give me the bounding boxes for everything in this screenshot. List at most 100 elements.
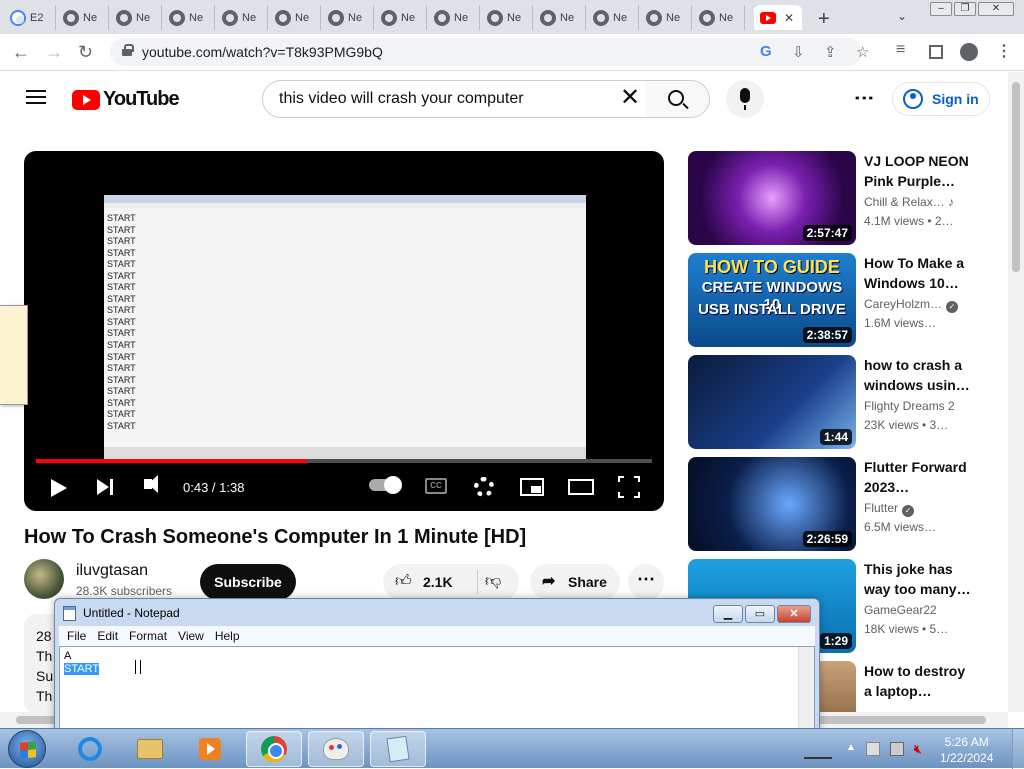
close-window-button[interactable]: ✕ (978, 2, 1014, 16)
notepad-menu-edit[interactable]: Edit (97, 626, 118, 646)
recommendation-item[interactable]: 2:26:59 Flutter Forward 2023… Flutter ✓ 6.5M… (688, 457, 998, 551)
sign-in-button[interactable]: Sign in (892, 82, 990, 116)
url-text[interactable]: youtube.com/watch?v=T8k93PMG9bQ (142, 44, 383, 60)
recommendation-title[interactable]: Flutter Forward 2023… (864, 457, 974, 497)
tab-search-chevron-icon[interactable]: ⌄ (897, 9, 907, 23)
play-icon[interactable] (51, 479, 67, 497)
browser-tab[interactable]: Ne (640, 5, 692, 30)
recommendation-title[interactable]: VJ LOOP NEON Pink Purple… (864, 151, 974, 191)
clear-search-icon[interactable]: ✕ (620, 86, 640, 110)
browser-tab[interactable]: Ne (110, 5, 162, 30)
tab-youtube-active[interactable]: ✕ (754, 5, 802, 30)
recommendation-thumbnail[interactable]: 1:44 (688, 355, 856, 449)
notepad-menu-help[interactable]: Help (215, 626, 240, 646)
notepad-minimize-button[interactable]: ▁ (713, 605, 743, 623)
volume-muted-icon[interactable]: 🔇︎ (914, 742, 928, 756)
notepad-menu-file[interactable]: File (67, 626, 86, 646)
recommendation-title[interactable]: How To Make a Windows 10… (864, 253, 974, 293)
recommendation-channel[interactable]: CareyHolzm… (864, 297, 942, 311)
notepad-menu-view[interactable]: View (178, 626, 204, 646)
address-bar[interactable]: youtube.com/watch?v=T8k93PMG9bQ G ⇩ ⇪ ☆ (110, 38, 869, 66)
browser-tab[interactable]: Ne (322, 5, 374, 30)
recommendation-item[interactable]: 2:57:47 VJ LOOP NEON Pink Purple… Chill & … (688, 151, 998, 245)
lock-icon[interactable] (122, 44, 134, 56)
browser-tab[interactable]: Ne (163, 5, 215, 30)
recommendation-title[interactable]: This joke has way too many… (864, 559, 974, 599)
browser-tab[interactable]: Ne (693, 5, 745, 30)
network-icon[interactable] (890, 742, 904, 756)
restore-window-button[interactable]: ❐ (954, 2, 976, 16)
theater-mode-icon[interactable] (568, 479, 594, 495)
thumbs-down-icon[interactable]: 👎︎ (485, 572, 501, 591)
channel-name[interactable]: iluvgtasan (76, 562, 148, 580)
video-player[interactable]: START START START START START START START START… (24, 151, 664, 511)
google-lens-icon[interactable]: G (760, 43, 772, 60)
taskbar-explorer[interactable] (122, 731, 178, 767)
recommendation-channel[interactable]: Flighty Dreams 2 (864, 399, 955, 413)
recommendation-thumbnail[interactable]: 2:26:59 (688, 457, 856, 551)
browser-tab[interactable]: Ne (269, 5, 321, 30)
taskbar-media-player[interactable] (182, 731, 238, 767)
next-video-icon[interactable] (97, 479, 113, 495)
youtube-logo[interactable]: YouTube (72, 88, 180, 111)
recommendation-title[interactable]: How to destroy a laptop… (864, 661, 974, 701)
share-button[interactable]: ➦ Share (530, 564, 620, 600)
browser-tab[interactable]: Ne (481, 5, 533, 30)
recommendation-item[interactable]: 1:44 how to crash a windows usin… Flighty … (688, 355, 998, 449)
subtitles-cc-button[interactable]: CC (425, 478, 447, 494)
media-queue-icon[interactable]: ≡ (896, 41, 905, 59)
side-panel-icon[interactable] (929, 45, 943, 59)
search-button[interactable] (646, 80, 710, 118)
forward-arrow-icon[interactable]: → (45, 42, 63, 63)
recommendation-title[interactable]: how to crash a windows usin… (864, 355, 974, 395)
minimize-window-button[interactable]: – (930, 2, 952, 16)
notepad-scrollbar[interactable] (798, 647, 814, 740)
browser-tab[interactable]: Ne (375, 5, 427, 30)
notepad-close-button[interactable]: ✕ (777, 605, 811, 623)
thumbs-up-icon[interactable]: 👍︎ (395, 572, 412, 591)
recommendation-thumbnail[interactable]: HOW TO GUIDE CREATE WINDOWS 10 USB INSTALL… (688, 253, 856, 347)
system-clock[interactable]: 5:26 AM 1/22/2024 (940, 734, 993, 766)
install-app-icon[interactable]: ⇩ (792, 43, 805, 61)
recommendation-channel[interactable]: GameGear22 (864, 603, 937, 617)
settings-more-icon[interactable]: ⋮ (853, 88, 875, 108)
recommendation-item[interactable]: HOW TO GUIDE CREATE WINDOWS 10 USB INSTALL… (688, 253, 998, 347)
show-desktop-button[interactable] (1012, 729, 1024, 769)
taskbar-chrome[interactable] (246, 731, 302, 767)
browser-tab[interactable]: E2 (4, 5, 56, 30)
browser-tab[interactable]: Ne (428, 5, 480, 30)
volume-icon[interactable] (144, 475, 158, 493)
recommendation-thumbnail[interactable]: 2:57:47 (688, 151, 856, 245)
hamburger-menu-icon[interactable] (26, 90, 46, 104)
action-center-flag-icon[interactable] (866, 742, 880, 756)
notepad-menu-format[interactable]: Format (129, 626, 167, 646)
browser-tab[interactable]: Ne (216, 5, 268, 30)
like-count[interactable]: 2.1K (423, 574, 453, 590)
browser-tab[interactable]: Ne (57, 5, 109, 30)
back-arrow-icon[interactable]: ← (12, 42, 30, 63)
profile-avatar-icon[interactable] (960, 43, 978, 61)
bookmark-star-icon[interactable]: ☆ (856, 43, 869, 61)
search-input[interactable]: this video will crash your computer (262, 80, 647, 118)
share-page-icon[interactable]: ⇪ (824, 43, 837, 61)
more-actions-button[interactable]: ⋯ (628, 564, 664, 600)
autoplay-toggle[interactable] (369, 476, 402, 494)
channel-avatar[interactable] (24, 559, 64, 599)
taskbar-paint[interactable] (308, 731, 364, 767)
pen-input-icon[interactable] (804, 737, 832, 759)
browser-tab[interactable]: Ne (587, 5, 639, 30)
voice-search-button[interactable] (726, 80, 764, 118)
reload-icon[interactable]: ↻ (78, 42, 93, 63)
start-button[interactable] (8, 730, 46, 768)
taskbar-ie[interactable] (62, 731, 118, 767)
new-tab-button[interactable]: + (818, 8, 830, 31)
tab-close-icon[interactable]: ✕ (784, 11, 794, 25)
notepad-window[interactable]: Untitled - Notepad ▁ ▭ ✕ File Edit Format V… (54, 598, 820, 740)
vertical-scrollbar[interactable] (1008, 72, 1024, 712)
browser-menu-icon[interactable]: ⋮ (996, 41, 1012, 61)
miniplayer-icon[interactable] (520, 478, 544, 496)
subscribe-button[interactable]: Subscribe (200, 564, 296, 600)
show-hidden-icons-chevron-icon[interactable]: ▲ (846, 742, 860, 756)
taskbar-notepad[interactable] (370, 731, 426, 767)
browser-tab[interactable]: Ne (534, 5, 586, 30)
